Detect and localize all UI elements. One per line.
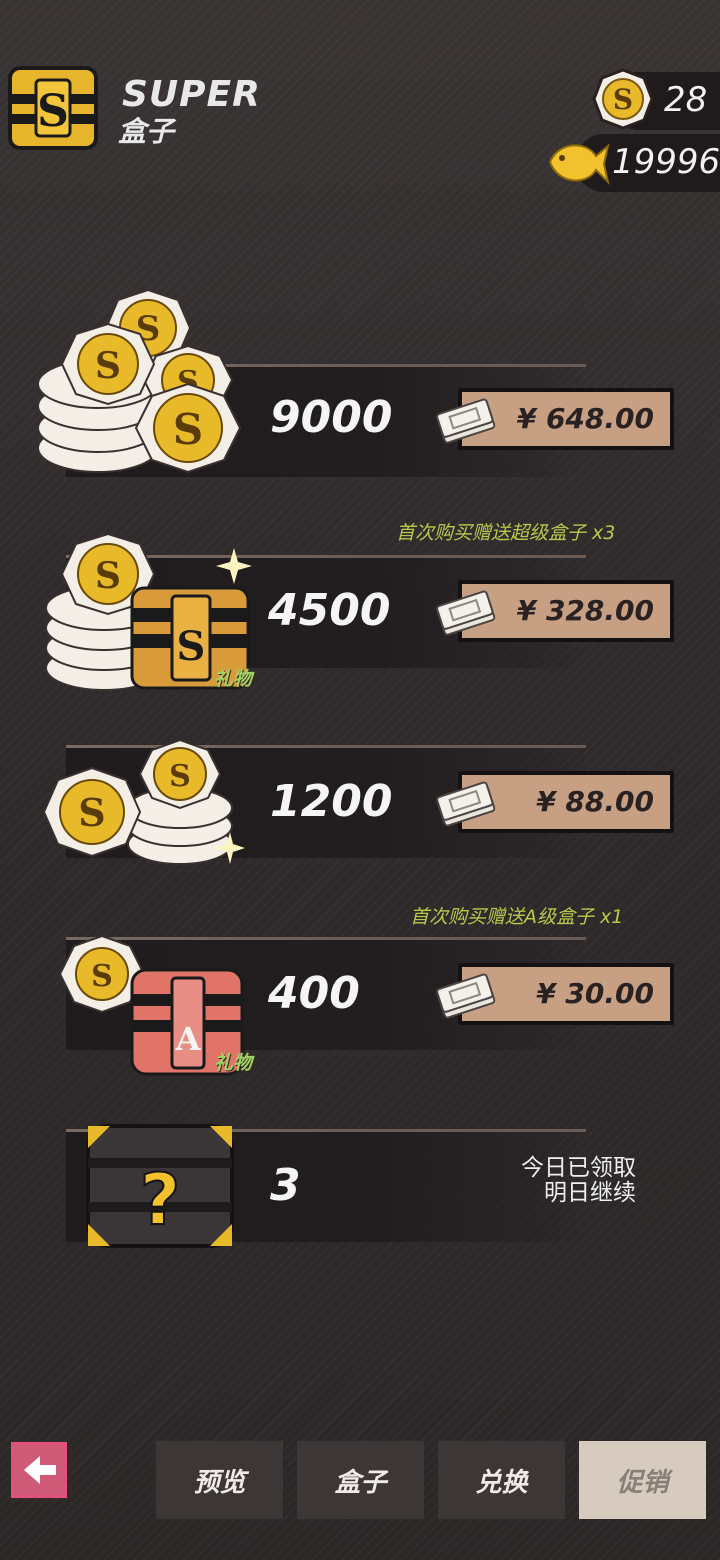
cash-stack-icon — [436, 775, 496, 835]
svg-text:S: S — [613, 83, 633, 116]
svg-text:S: S — [78, 790, 105, 835]
cash-stack-icon — [436, 967, 496, 1027]
gold-fish-icon — [544, 134, 610, 196]
buy-button[interactable]: ¥ 30.00 — [436, 963, 674, 1025]
back-arrow-icon — [24, 1456, 56, 1484]
back-button[interactable] — [11, 1442, 67, 1498]
logo-title: SUPER — [122, 74, 261, 115]
tab-boxes[interactable]: 盒子 — [297, 1441, 424, 1519]
claimed-status-line2: 明日继续 — [544, 1180, 636, 1206]
price-label: ¥ 328.00 — [516, 594, 654, 627]
tab-boxes-label: 盒子 — [334, 1467, 387, 1498]
s-coin-icon: S — [592, 68, 654, 134]
first-purchase-promo: 首次购买赠送超级盒子 x3 — [396, 522, 616, 544]
super-box-logo-icon: S — [8, 64, 98, 152]
price-label: ¥ 88.00 — [536, 785, 654, 818]
cash-stack-icon — [436, 584, 496, 644]
gift-tag: 礼物 — [214, 668, 253, 690]
svg-text:S: S — [95, 345, 121, 387]
tab-promotions[interactable]: 促销 — [579, 1441, 706, 1519]
buy-button[interactable]: ¥ 328.00 — [436, 580, 674, 642]
price-label: ¥ 648.00 — [516, 402, 654, 435]
coin-balance-value: 28 — [664, 80, 708, 120]
offer-amount: 400 — [268, 968, 360, 1019]
tab-preview-label: 预览 — [193, 1467, 246, 1498]
offer-amount: 1200 — [270, 776, 393, 827]
svg-text:?: ? — [140, 1159, 181, 1241]
claimed-status-line1: 今日已领取 — [521, 1155, 636, 1181]
svg-text:S: S — [173, 405, 203, 454]
svg-text:S: S — [95, 555, 121, 597]
coin-pile-small-icon: S S — [40, 738, 250, 872]
svg-text:S: S — [177, 623, 206, 670]
tab-exchange-label: 兑换 — [475, 1467, 528, 1498]
svg-text:A: A — [175, 1020, 202, 1058]
offer-amount: 9000 — [270, 392, 393, 443]
cash-stack-icon — [436, 392, 496, 452]
svg-text:S: S — [169, 759, 191, 794]
offer-amount: 3 — [270, 1160, 301, 1211]
tab-preview[interactable]: 预览 — [156, 1441, 283, 1519]
tab-promotions-label: 促销 — [616, 1467, 669, 1498]
svg-text:S: S — [37, 86, 69, 137]
claimed-status: 今日已领取 明日继续 — [500, 1156, 636, 1206]
gift-tag: 礼物 — [214, 1052, 253, 1074]
mystery-box-icon: ? — [82, 1118, 238, 1256]
buy-button[interactable]: ¥ 88.00 — [436, 771, 674, 833]
tab-exchange[interactable]: 兑换 — [438, 1441, 565, 1519]
price-label: ¥ 30.00 — [536, 977, 654, 1010]
svg-text:S: S — [91, 959, 113, 994]
coin-pile-large-icon: S S S S — [28, 288, 248, 492]
logo-subtitle: 盒子 — [118, 115, 175, 148]
first-purchase-promo: 首次购买赠送A级盒子 x1 — [410, 906, 624, 928]
offer-amount: 4500 — [268, 585, 391, 636]
buy-button[interactable]: ¥ 648.00 — [436, 388, 674, 450]
fish-balance-value: 19996 — [612, 142, 720, 182]
